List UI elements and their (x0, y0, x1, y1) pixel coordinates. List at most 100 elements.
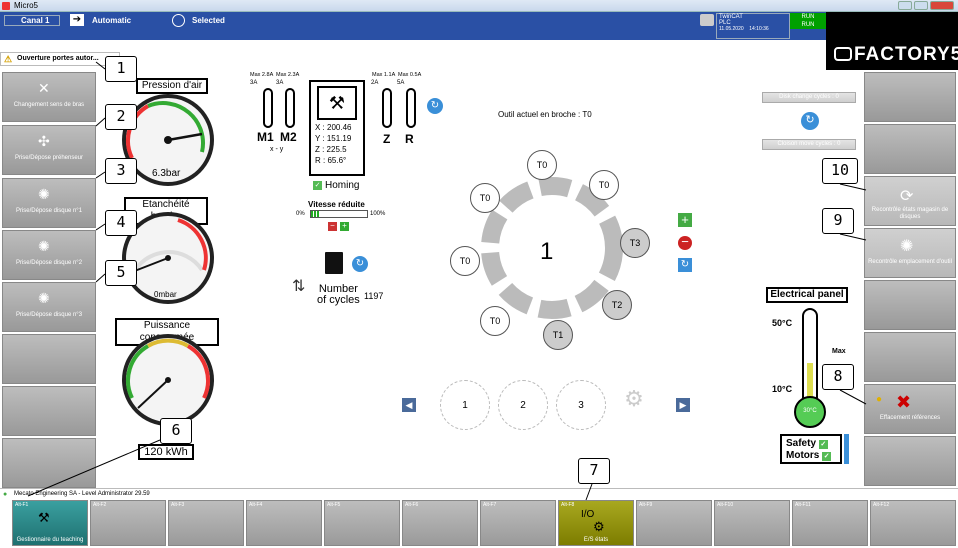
thermometer-tube (802, 308, 818, 398)
right-empty-button[interactable] (864, 124, 956, 174)
robot-arm-icon: ⚒ (317, 86, 357, 120)
right-empty-button[interactable] (864, 280, 956, 330)
maximize-button[interactable] (914, 1, 928, 10)
pos-y: Y : 151.19 (315, 134, 352, 143)
run-status-1: RUN (790, 13, 826, 21)
tool-slot[interactable]: T1 (543, 320, 573, 350)
fkey-button[interactable]: Alt-F6 (402, 500, 478, 546)
fkey-button[interactable]: Alt-F4 (246, 500, 322, 546)
m2-current: 3A (276, 80, 284, 86)
m2-max: Max 2.3A (276, 72, 300, 78)
magazine-thumb[interactable]: 2 (498, 380, 548, 430)
user-icon: ● (3, 491, 8, 498)
left-button-label: Changement sens de bras (13, 102, 85, 108)
m2-current-bar (285, 88, 295, 128)
fkey-key: Alt-F4 (249, 502, 263, 508)
fkey-key: Alt-F5 (327, 502, 341, 508)
fkey-button[interactable]: Alt-F7 (480, 500, 556, 546)
time-label: 14:10:36 (749, 26, 769, 32)
fkey-button[interactable]: Alt-F12 (870, 500, 956, 546)
pressure-value: 6.3bar (152, 168, 181, 179)
safety-indicator (844, 434, 849, 464)
disk-change-cycles: Disk change cycles : 0 (762, 92, 856, 103)
magazine-thumb[interactable]: 1 (440, 380, 490, 430)
right-button-label: Effacement références (879, 415, 941, 421)
z-current: 2A (371, 80, 379, 86)
door-refresh-icon[interactable]: ↻ (352, 256, 368, 272)
tool-slot[interactable]: T0 (450, 246, 480, 276)
fkey-button[interactable]: Alt-F9 (636, 500, 712, 546)
previous-magazine-button[interactable]: ◀ (402, 398, 416, 412)
add-tool-button[interactable]: + (678, 213, 692, 227)
callout-10: 10 (822, 158, 858, 184)
right-button-label: Recontrôle emplacement d'outil (868, 259, 952, 265)
power-icon (172, 14, 185, 27)
status-line: ● Mecato Engineering SA - Level Administ… (0, 488, 958, 498)
factory5-logo: FACTORY5 (826, 12, 958, 70)
refresh-icon[interactable]: ↻ (427, 98, 443, 114)
callout-6: 6 (160, 418, 192, 444)
remove-tool-button[interactable]: − (678, 235, 692, 250)
right-empty-button[interactable] (864, 72, 956, 122)
tool-slot[interactable]: T0 (527, 150, 557, 180)
selection-label: Selected (192, 16, 225, 25)
cycles-label-2: of cycles (317, 294, 360, 306)
refresh-magazine-button[interactable]: ↻ (678, 258, 692, 272)
tool-slot[interactable]: T3 (620, 228, 650, 258)
speed-decrease-button[interactable]: − (328, 222, 337, 231)
pos-x: X : 200.46 (315, 123, 352, 132)
r-label: R (405, 132, 414, 146)
io-gears-icon: ⚙ (593, 519, 605, 534)
channel-label[interactable]: Canal 1 (4, 15, 60, 26)
speed-title: Vitesse réduite (308, 200, 365, 209)
fkey-key: Alt-F8 (561, 502, 575, 508)
z-max: Max 1.1A (372, 72, 396, 78)
tool-slot[interactable]: T0 (470, 183, 500, 213)
m1-current-bar (263, 88, 273, 128)
speed-max: 100% (370, 211, 386, 217)
callout-3: 3 (105, 158, 137, 184)
tool-slot[interactable]: T2 (602, 290, 632, 320)
fkey-button[interactable]: Alt-F11 (792, 500, 868, 546)
cycles-value: 1197 (364, 291, 384, 301)
motors-label: Motors (786, 450, 820, 461)
left-empty-button[interactable] (2, 438, 96, 488)
right-button-label: Recontrôle états magasin de disques (871, 207, 949, 220)
fkey-button[interactable]: Alt-F3 (168, 500, 244, 546)
left-empty-button[interactable] (2, 334, 96, 384)
pos-z: Z : 225.5 (315, 145, 347, 154)
tool-slot[interactable]: T0 (480, 306, 510, 336)
thermometer-bulb: 30°C (794, 396, 826, 428)
minimize-button[interactable] (898, 1, 912, 10)
disk-icon: ✺ (38, 238, 50, 254)
left-empty-button[interactable] (2, 386, 96, 436)
close-button[interactable] (930, 1, 954, 10)
fkey-button[interactable]: Alt-F2 (90, 500, 166, 546)
tool-slot[interactable]: T0 (589, 170, 619, 200)
fkey-teaching-manager[interactable]: Alt-F1 Gestionnaire du teaching (12, 500, 88, 546)
reset-cycles-icon[interactable]: ↻ (801, 112, 819, 130)
fkey-button[interactable]: Alt-F10 (714, 500, 790, 546)
fkey-key: Alt-F10 (717, 502, 734, 508)
m2-label: M2 (280, 130, 297, 144)
left-button-label: Prise/Dépose disque n°2 (15, 260, 83, 266)
homing-checkbox[interactable]: ✓ (313, 181, 322, 190)
magazine-thumb[interactable]: 3 (556, 380, 606, 430)
temp-max-label: Max (832, 348, 846, 355)
fkey-button[interactable]: Alt-F5 (324, 500, 400, 546)
position-box: ⚒ X : 200.46 Y : 151.19 Z : 225.5 R : 65… (309, 80, 365, 176)
fkey-key: Alt-F3 (171, 502, 185, 508)
fkey-key: Alt-F2 (93, 502, 107, 508)
safety-label: Safety (786, 438, 817, 449)
m1-max: Max 2.8A (250, 72, 274, 78)
next-magazine-button[interactable]: ▶ (676, 398, 690, 412)
right-empty-button[interactable] (864, 332, 956, 382)
speed-increase-button[interactable]: + (340, 222, 349, 231)
electrical-panel-title: Electrical panel (766, 287, 848, 303)
fkey-key: Alt-F11 (795, 502, 811, 508)
automatic-arrow-icon: ➔ (70, 14, 84, 26)
r-current: 5A (397, 80, 405, 86)
fkey-io-states[interactable]: Alt-F8 I/O ⚙ E/S états (558, 500, 634, 546)
right-empty-button[interactable] (864, 436, 956, 486)
cloison-move-cycles: Cloison move cycles : 0 (762, 139, 856, 150)
